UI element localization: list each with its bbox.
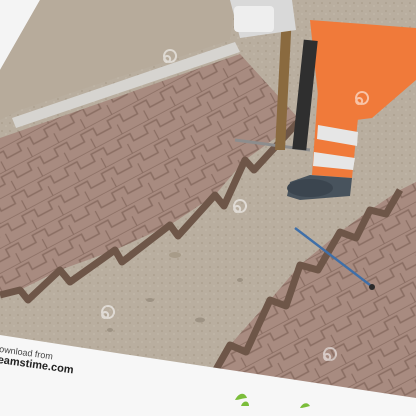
string-peg [369, 284, 375, 290]
